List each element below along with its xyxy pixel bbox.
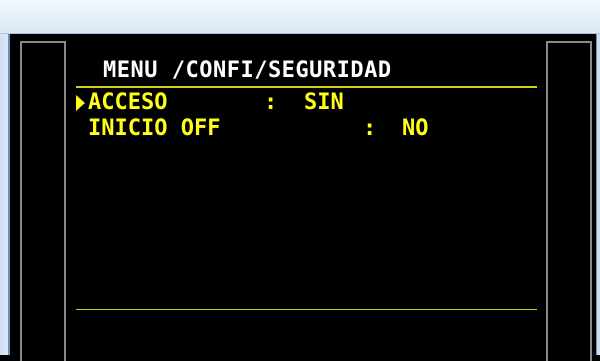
menu-item-value: NO [402,116,429,141]
device-display: MENU /CONFI/SEGURIDAD ACCESO : SIN INICI… [10,34,596,361]
lcd-screen: MENU /CONFI/SEGURIDAD ACCESO : SIN INICI… [66,41,546,361]
window-frame-right [596,34,600,355]
window-titlebar[interactable] [0,0,600,34]
menu-item-separator: : [264,90,278,115]
triangle-right-icon [76,95,85,111]
menu-item-inicio-off[interactable]: INICIO OFF : NO [76,117,429,141]
menu-item-value: SIN [304,90,344,115]
menu-path-title: MENU /CONFI/SEGURIDAD [103,58,392,83]
menu-item-acceso[interactable]: ACCESO : SIN [76,91,344,115]
window-frame-left [0,34,10,355]
menu-item-separator: : [363,116,377,141]
left-softkey-panel[interactable] [20,41,66,361]
menu-item-label: ACCESO [88,90,168,115]
menu-item-label: INICIO OFF [88,116,221,141]
right-softkey-panel[interactable] [546,41,592,361]
title-divider [76,86,537,88]
footer-divider [76,309,537,310]
